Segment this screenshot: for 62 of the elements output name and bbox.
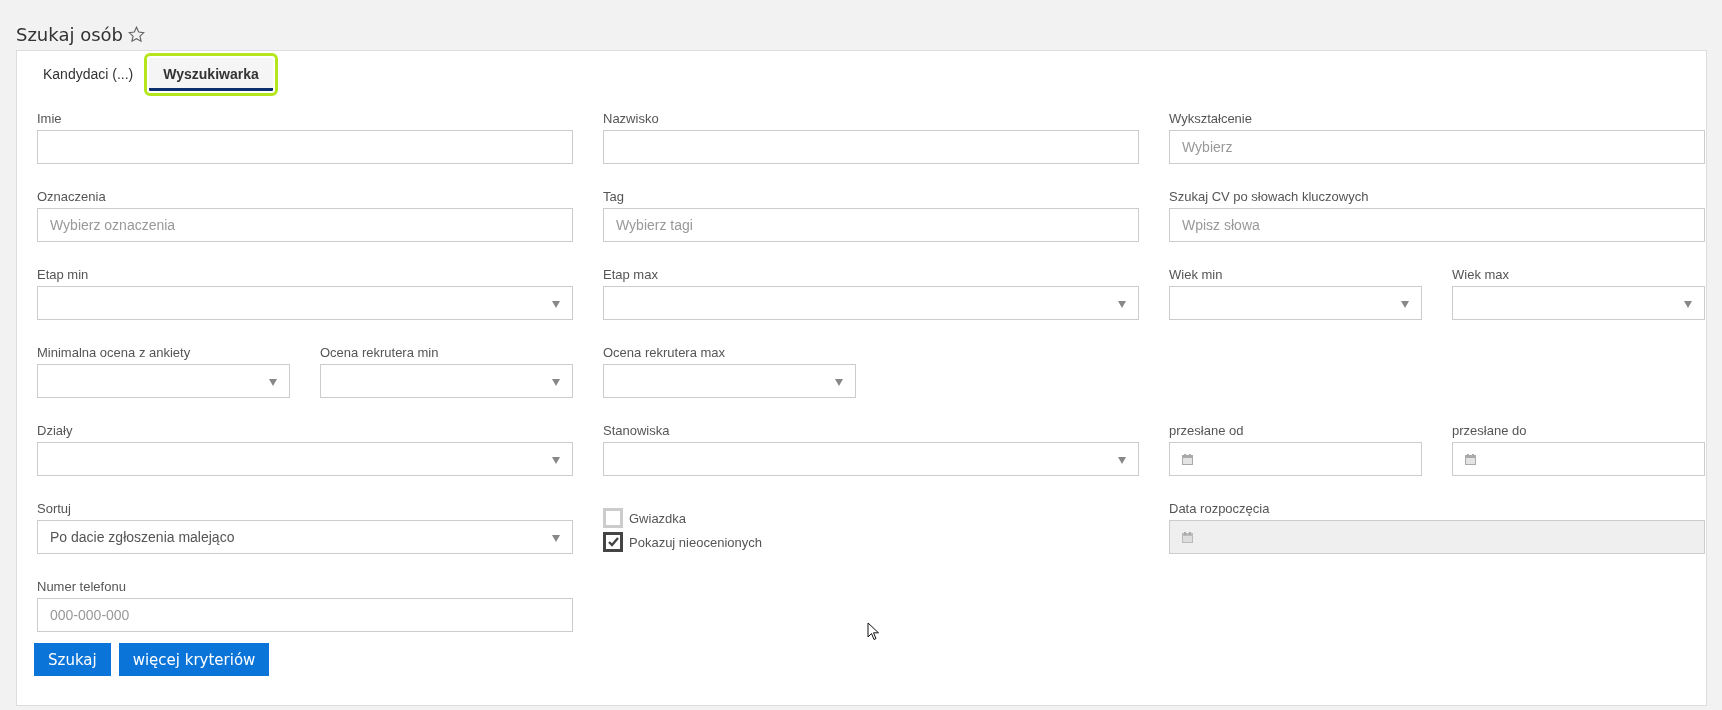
field-label: Tag bbox=[603, 189, 625, 205]
field-label: Oznaczenia bbox=[37, 189, 107, 205]
caret-icon bbox=[552, 301, 560, 308]
field-label: Nazwisko bbox=[603, 111, 660, 127]
field-label: przesłane do bbox=[1452, 423, 1528, 439]
caret-icon bbox=[552, 457, 560, 464]
checkbox-label: Gwiazdka bbox=[629, 510, 687, 526]
more-criteria-button[interactable]: więcej kryteriów bbox=[118, 643, 270, 676]
field-label: Etap max bbox=[603, 267, 659, 283]
calendar-icon bbox=[1465, 453, 1476, 465]
caret-icon bbox=[1118, 301, 1126, 308]
dropdown-field[interactable] bbox=[603, 286, 1139, 320]
dropdown-field[interactable] bbox=[320, 364, 573, 398]
field-label: Wiek min bbox=[1169, 267, 1224, 283]
caret-icon bbox=[552, 379, 560, 386]
field-label: Wykształcenie bbox=[1169, 111, 1253, 127]
star-icon[interactable] bbox=[128, 25, 145, 43]
text-field[interactable]: Wybierz bbox=[1169, 130, 1705, 164]
field-label: Wiek max bbox=[1452, 267, 1511, 283]
dropdown-field[interactable] bbox=[37, 364, 290, 398]
field-label: Numer telefonu bbox=[37, 579, 127, 595]
dropdown-field[interactable]: Po dacie zgłoszenia malejąco bbox=[37, 520, 573, 554]
caret-icon bbox=[552, 535, 560, 542]
caret-icon bbox=[269, 379, 277, 386]
dropdown-field[interactable] bbox=[37, 286, 573, 320]
calendar-icon bbox=[1182, 453, 1193, 465]
caret-icon bbox=[1684, 301, 1692, 308]
calendar-icon bbox=[1182, 531, 1193, 543]
dropdown-field[interactable] bbox=[1169, 286, 1422, 320]
field-label: Etap min bbox=[37, 267, 90, 283]
field-label: Działy bbox=[37, 423, 74, 439]
search-button[interactable]: Szukaj bbox=[34, 643, 111, 676]
field-label: Ocena rekrutera min bbox=[320, 345, 440, 361]
text-field[interactable] bbox=[603, 130, 1139, 164]
field-label: Data rozpoczęcia bbox=[1169, 501, 1271, 517]
field-label: Minimalna ocena z ankiety bbox=[37, 345, 192, 361]
caret-icon bbox=[1401, 301, 1409, 308]
tab[interactable]: Kandydaci (...) bbox=[37, 58, 140, 91]
field-label: przesłane od bbox=[1169, 423, 1245, 439]
text-field[interactable] bbox=[37, 130, 573, 164]
field-label: Ocena rekrutera max bbox=[603, 345, 727, 361]
checkbox[interactable] bbox=[603, 532, 623, 552]
field-label: Szukaj CV po słowach kluczowych bbox=[1169, 189, 1370, 205]
text-field[interactable]: Wybierz oznaczenia bbox=[37, 208, 573, 242]
dropdown-field[interactable] bbox=[37, 442, 573, 476]
text-field[interactable]: Wpisz słowa bbox=[1169, 208, 1705, 242]
text-field[interactable]: 000-000-000 bbox=[37, 598, 573, 632]
dropdown-field[interactable] bbox=[603, 442, 1139, 476]
caret-icon bbox=[835, 379, 843, 386]
text-field[interactable]: Wybierz tagi bbox=[603, 208, 1139, 242]
field-label: Sortuj bbox=[37, 501, 72, 517]
caret-icon bbox=[1118, 457, 1126, 464]
field-label: Stanowiska bbox=[603, 423, 671, 439]
dropdown-field[interactable] bbox=[603, 364, 856, 398]
page-title: Szukaj osób bbox=[16, 23, 123, 45]
dropdown-field[interactable] bbox=[1452, 286, 1705, 320]
checkbox-label: Pokazuj nieocenionych bbox=[629, 534, 762, 550]
cursor-icon bbox=[867, 622, 880, 641]
date-field[interactable] bbox=[1169, 442, 1422, 476]
date-field[interactable] bbox=[1452, 442, 1705, 476]
checkmark-icon bbox=[607, 537, 619, 547]
field-label: Imie bbox=[37, 111, 63, 127]
